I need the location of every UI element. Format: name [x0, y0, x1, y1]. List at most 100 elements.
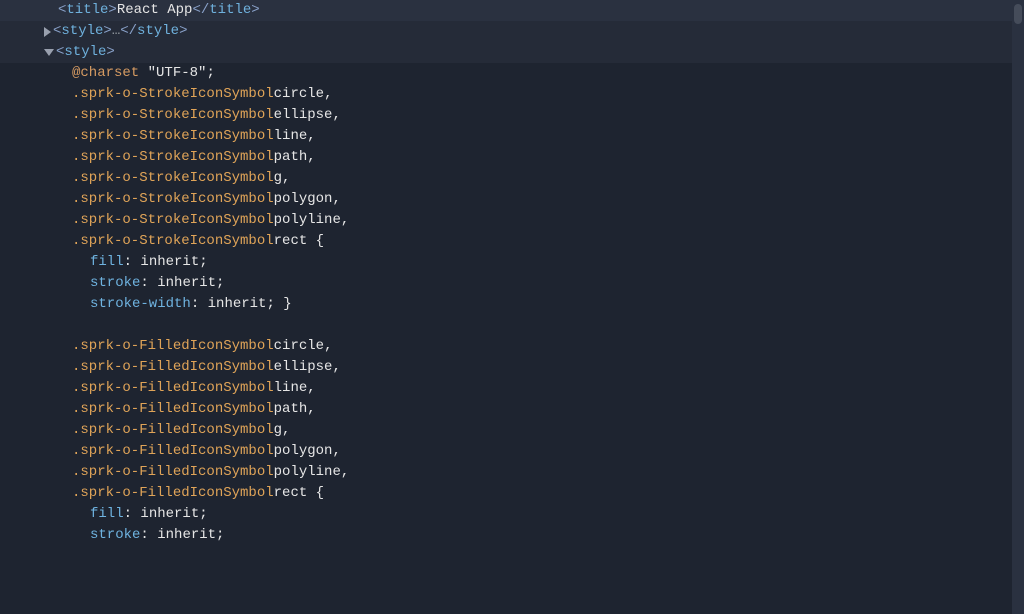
tag-name: style	[137, 21, 179, 42]
colon: :	[191, 294, 208, 315]
css-tail: ;	[216, 525, 224, 546]
css-declaration-line[interactable]: fill: inherit;	[0, 252, 1024, 273]
css-declaration-line[interactable]: stroke: inherit;	[0, 273, 1024, 294]
css-element-selector: g	[274, 168, 282, 189]
css-tail: ;	[216, 273, 224, 294]
colon: :	[124, 252, 141, 273]
css-element-selector: circle	[274, 84, 324, 105]
colon: :	[124, 504, 141, 525]
css-element-selector: polyline	[274, 210, 341, 231]
tag-open-punct: <	[56, 42, 64, 63]
ellipsis: …	[112, 21, 120, 42]
expand-arrow-icon[interactable]	[44, 27, 51, 37]
css-selector-line[interactable]: .sprk-o-StrokeIconSymbol polyline,	[0, 210, 1024, 231]
title-text: React App	[117, 0, 193, 21]
css-class-selector: .sprk-o-StrokeIconSymbol	[72, 168, 274, 189]
charset-string: "UTF-8"	[148, 63, 207, 84]
css-punct: ,	[282, 168, 290, 189]
devtools-elements-panel: <title>React App</title> <style>…</style…	[0, 0, 1024, 614]
css-property: fill	[90, 504, 124, 525]
tag-close-punct: >	[103, 21, 111, 42]
css-punct: ,	[341, 210, 349, 231]
css-declaration-line[interactable]: fill: inherit;	[0, 504, 1024, 525]
css-punct: ,	[324, 336, 332, 357]
tag-name: style	[61, 21, 103, 42]
css-element-selector: polygon	[274, 189, 333, 210]
css-class-selector: .sprk-o-StrokeIconSymbol	[72, 126, 274, 147]
css-class-selector: .sprk-o-FilledIconSymbol	[72, 378, 274, 399]
scrollbar-thumb[interactable]	[1014, 4, 1022, 24]
css-element-selector: ellipse	[274, 105, 333, 126]
css-selector-line[interactable]: .sprk-o-FilledIconSymbol rect {	[0, 483, 1024, 504]
tag-open-punct: <	[53, 21, 61, 42]
css-class-selector: .sprk-o-FilledIconSymbol	[72, 399, 274, 420]
tag-open-punct: <	[58, 0, 66, 21]
css-element-selector: path	[274, 399, 308, 420]
css-declaration-line[interactable]: stroke: inherit;	[0, 525, 1024, 546]
css-punct: ,	[324, 84, 332, 105]
css-value: inherit	[157, 525, 216, 546]
css-punct: ,	[332, 105, 340, 126]
tag-name: style	[64, 42, 106, 63]
colon: :	[140, 273, 157, 294]
tag-name: title	[209, 0, 251, 21]
css-punct: ,	[307, 147, 315, 168]
css-property: stroke	[90, 273, 140, 294]
css-element-selector: line	[274, 378, 308, 399]
css-punct: ,	[282, 420, 290, 441]
css-selector-line[interactable]: .sprk-o-FilledIconSymbol line,	[0, 378, 1024, 399]
css-selector-line[interactable]: .sprk-o-FilledIconSymbol path,	[0, 399, 1024, 420]
dom-node-style-expanded[interactable]: <style>	[0, 42, 1024, 63]
css-selector-line[interactable]: .sprk-o-FilledIconSymbol ellipse,	[0, 357, 1024, 378]
css-selector-line[interactable]: .sprk-o-StrokeIconSymbol circle,	[0, 84, 1024, 105]
css-tail: ;	[199, 252, 207, 273]
css-declaration-line[interactable]: stroke-width: inherit; }	[0, 294, 1024, 315]
css-tail: ;	[199, 504, 207, 525]
dom-node-style-collapsed[interactable]: <style>…</style>	[0, 21, 1024, 42]
at-rule: @charset	[72, 63, 148, 84]
css-class-selector: .sprk-o-StrokeIconSymbol	[72, 105, 274, 126]
css-selector-line[interactable]: .sprk-o-FilledIconSymbol polyline,	[0, 462, 1024, 483]
css-value: inherit	[140, 504, 199, 525]
css-punct: ,	[332, 357, 340, 378]
css-element-selector: ellipse	[274, 357, 333, 378]
colon: :	[140, 525, 157, 546]
css-property: fill	[90, 252, 124, 273]
css-punct: ,	[332, 189, 340, 210]
css-class-selector: .sprk-o-StrokeIconSymbol	[72, 231, 274, 252]
dom-node-title[interactable]: <title>React App</title>	[0, 0, 1024, 21]
tag-close-punct: >	[179, 21, 187, 42]
css-charset-rule[interactable]: @charset "UTF-8";	[0, 63, 1024, 84]
css-selector-line[interactable]: .sprk-o-StrokeIconSymbol g,	[0, 168, 1024, 189]
blank-line	[0, 315, 1024, 336]
css-punct: {	[307, 483, 324, 504]
css-property: stroke-width	[90, 294, 191, 315]
semicolon: ;	[206, 63, 214, 84]
collapse-arrow-icon[interactable]	[44, 49, 54, 56]
css-class-selector: .sprk-o-FilledIconSymbol	[72, 420, 274, 441]
css-punct: ,	[332, 441, 340, 462]
tag-name: title	[66, 0, 108, 21]
css-selector-line[interactable]: .sprk-o-StrokeIconSymbol rect {	[0, 231, 1024, 252]
css-selector-line[interactable]: .sprk-o-FilledIconSymbol circle,	[0, 336, 1024, 357]
css-selector-line[interactable]: .sprk-o-FilledIconSymbol g,	[0, 420, 1024, 441]
tag-open-punct: </	[192, 0, 209, 21]
scrollbar-track[interactable]	[1012, 0, 1024, 614]
css-selector-line[interactable]: .sprk-o-StrokeIconSymbol path,	[0, 147, 1024, 168]
tag-close-punct: >	[106, 42, 114, 63]
css-element-selector: line	[274, 126, 308, 147]
css-element-selector: rect	[274, 483, 308, 504]
css-selector-line[interactable]: .sprk-o-FilledIconSymbol polygon,	[0, 441, 1024, 462]
css-selector-line[interactable]: .sprk-o-StrokeIconSymbol line,	[0, 126, 1024, 147]
css-value: inherit	[157, 273, 216, 294]
css-punct: ,	[307, 399, 315, 420]
css-property: stroke	[90, 525, 140, 546]
css-selector-line[interactable]: .sprk-o-StrokeIconSymbol polygon,	[0, 189, 1024, 210]
css-value: inherit	[140, 252, 199, 273]
css-class-selector: .sprk-o-StrokeIconSymbol	[72, 210, 274, 231]
css-class-selector: .sprk-o-StrokeIconSymbol	[72, 147, 274, 168]
css-class-selector: .sprk-o-FilledIconSymbol	[72, 462, 274, 483]
css-selector-line[interactable]: .sprk-o-StrokeIconSymbol ellipse,	[0, 105, 1024, 126]
css-element-selector: rect	[274, 231, 308, 252]
css-punct: ,	[307, 378, 315, 399]
